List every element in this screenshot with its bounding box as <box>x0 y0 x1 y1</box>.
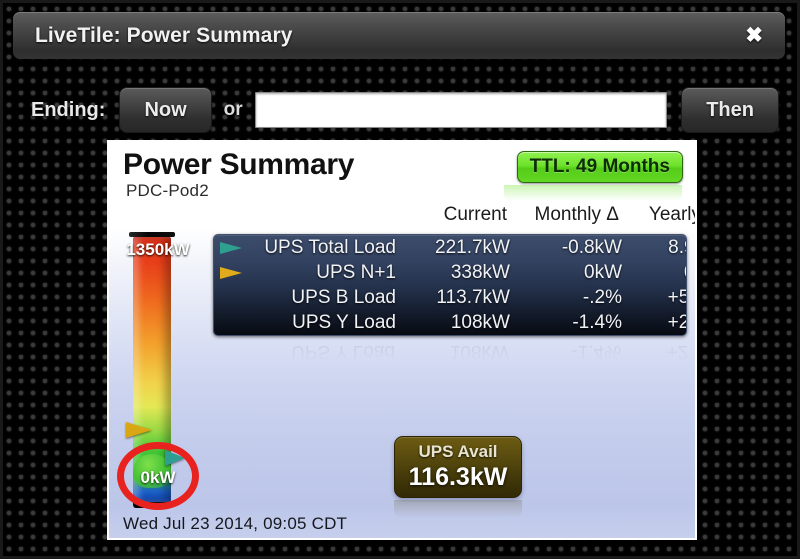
cell-name: UPS Y Load <box>292 311 396 333</box>
red-annotation-circle <box>117 442 199 510</box>
ups-avail-reflection <box>394 500 522 518</box>
cell-yearly: 0kW <box>624 262 686 284</box>
row-marker-teal-icon <box>220 242 242 254</box>
column-header-yearly-delta: Yearly Δ <box>648 204 697 225</box>
gauge-max-label: 1350kW <box>126 240 190 259</box>
close-x-icon[interactable]: ✖ <box>739 23 769 48</box>
window-titlebar: LiveTile: Power Summary ✖ <box>13 12 785 59</box>
cell-yearly: +5.7% <box>667 286 686 308</box>
cell-monthly: -1.4% <box>571 341 621 363</box>
ups-avail-value: 116.3kW <box>408 463 508 491</box>
cell-name: UPS B Load <box>291 286 396 308</box>
ups-avail-label: UPS Avail <box>418 442 498 461</box>
gauge-marker-ups-n-plus-1-icon <box>126 422 152 438</box>
power-summary-tile: Power Summary PDC-Pod2 TTL: 49 Months Cu… <box>107 140 697 540</box>
cell-current: 338kW <box>450 261 510 283</box>
livetile-window: LiveTile: Power Summary ✖ Ending: Now or… <box>0 0 800 559</box>
table-row: UPS Y Load 108kW -1.4% +2.7% <box>213 339 687 364</box>
table-row: UPS Y Load 108kW -1.4% +2.7% <box>214 310 686 335</box>
ups-avail-box: UPS Avail 116.3kW <box>394 436 522 498</box>
cell-yearly: 8.9kW <box>668 236 686 258</box>
now-button[interactable]: Now <box>119 87 212 133</box>
table-row: UPS Total Load221.7kW-0.8kW8.9kW <box>214 235 686 260</box>
cell-current: 221.7kW <box>435 236 510 258</box>
or-label: or <box>223 99 243 120</box>
cell-monthly: -.2% <box>582 286 622 308</box>
then-button[interactable]: Then <box>681 87 779 133</box>
cell-yearly: +2.7% <box>667 311 686 333</box>
ups-metrics-table: UPS Total Load221.7kW-0.8kW8.9kWUPS N+13… <box>213 234 687 336</box>
column-header-current: Current <box>443 204 507 225</box>
column-header-name <box>213 204 395 226</box>
tile-timestamp: Wed Jul 23 2014, 09:05 CDT <box>123 514 348 533</box>
ttl-badge-reflection <box>504 185 682 201</box>
cell-yearly: +2.7% <box>666 341 687 363</box>
cell-current: 113.7kW <box>436 286 510 308</box>
ups-metrics-table-reflection: UPS Y Load 108kW -1.4% +2.7% <box>213 338 687 364</box>
cell-monthly: 0kW <box>584 261 622 283</box>
column-header-monthly-delta: Monthly Δ <box>534 204 620 225</box>
ending-date-input[interactable] <box>254 92 668 128</box>
row-marker-gold-icon <box>220 267 242 279</box>
cell-monthly: -1.4% <box>572 311 622 333</box>
ttl-status-badge: TTL: 49 Months <box>516 151 683 183</box>
cell-name: UPS Y Load <box>291 341 395 363</box>
ending-label: Ending: <box>31 98 106 121</box>
cell-monthly: -0.8kW <box>561 236 622 258</box>
cell-current: 108kW <box>449 341 509 363</box>
ending-toolbar: Ending: Now or Then <box>31 86 779 134</box>
table-row: UPS N+1338kW0kW0kW <box>214 260 686 285</box>
power-gauge: 1350kW 0kW <box>117 232 199 532</box>
cell-current: 108kW <box>450 311 510 333</box>
tile-title: Power Summary <box>123 148 355 181</box>
tile-subtitle: PDC-Pod2 <box>126 181 209 200</box>
table-column-headers: Current Monthly Δ Yearly Δ <box>213 204 695 226</box>
window-title: LiveTile: Power Summary <box>35 23 293 47</box>
tile-header: Power Summary PDC-Pod2 TTL: 49 Months <box>123 148 685 206</box>
table-row: UPS B Load 113.7kW -.2% +5.7% <box>214 285 686 310</box>
